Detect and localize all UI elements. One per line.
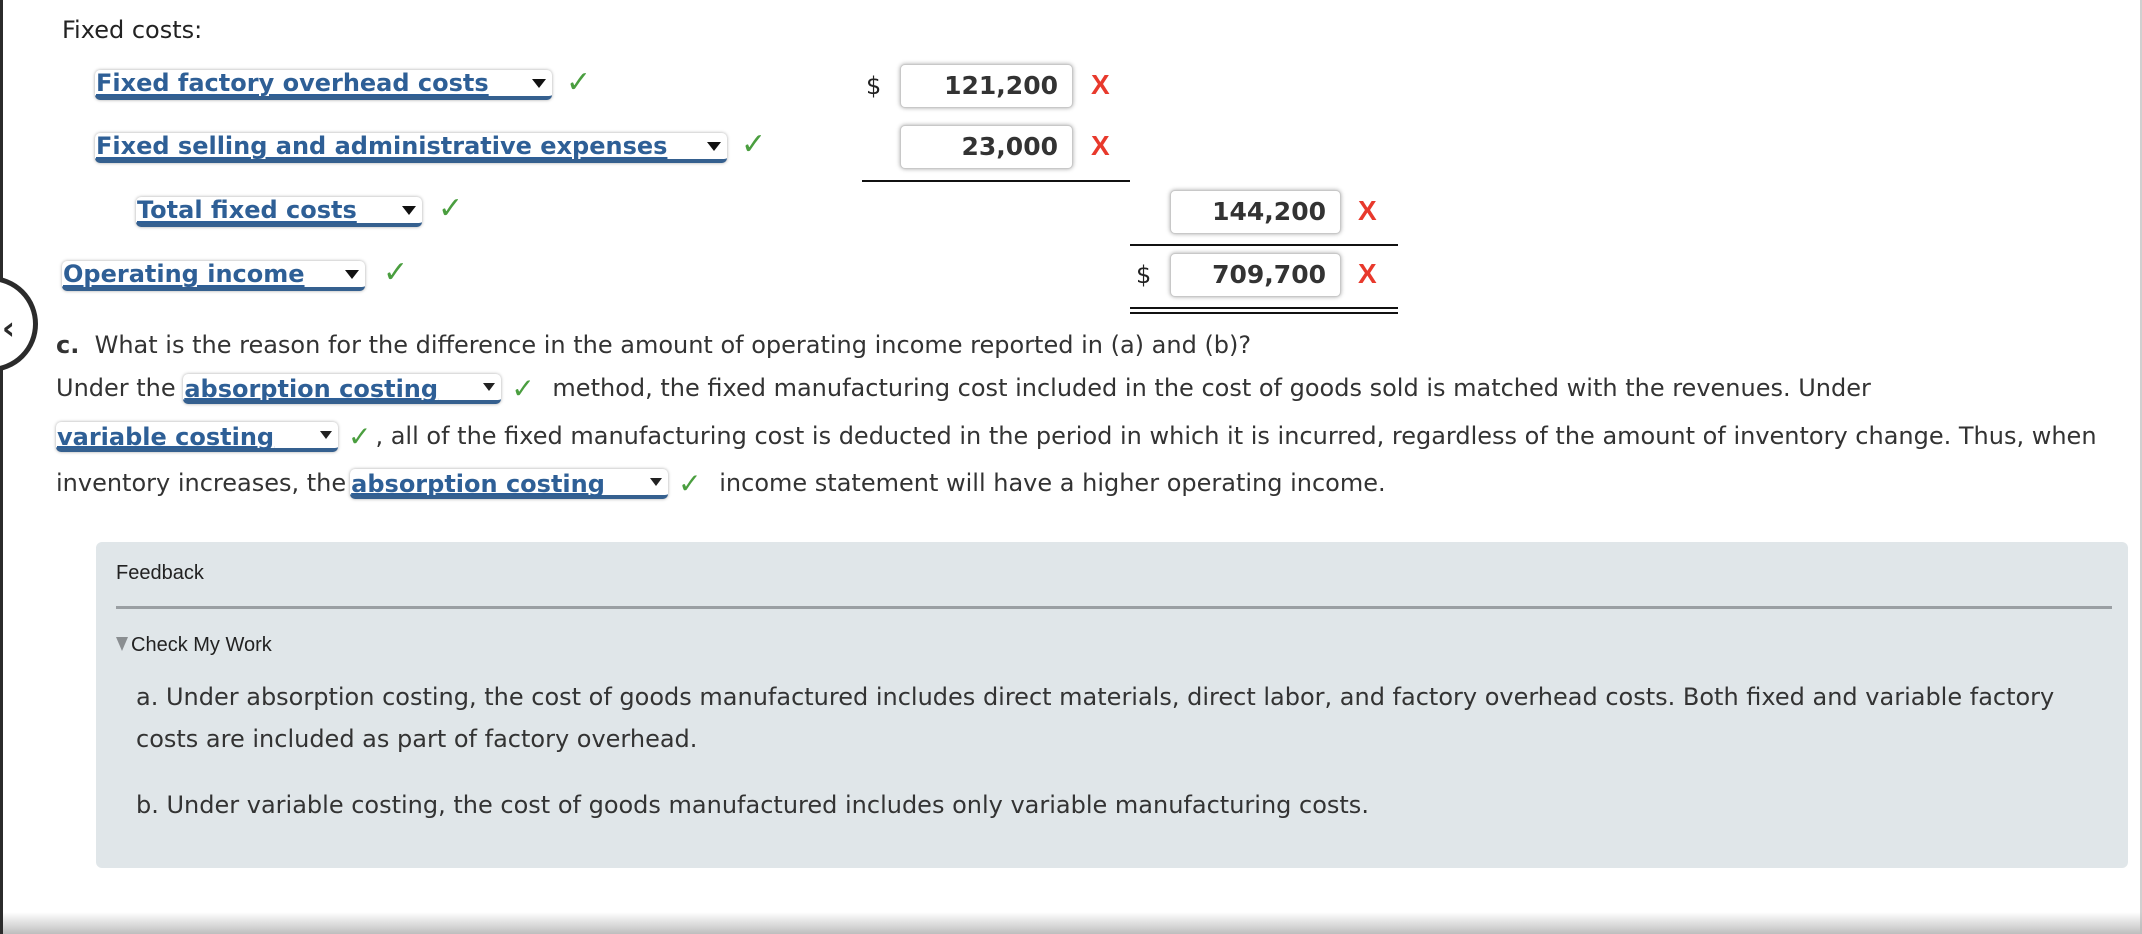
caret-down-icon: [345, 270, 359, 279]
text-segment: Under the: [56, 374, 176, 402]
incorrect-x-icon: X: [1091, 69, 1110, 100]
text-segment: , all of the fixed manufacturing cost is…: [375, 422, 2097, 450]
currency-symbol: $: [866, 72, 882, 100]
dropdown-value: absorption costing: [184, 375, 439, 403]
question-c: c. What is the reason for the difference…: [56, 330, 1251, 360]
triangle-down-icon: [116, 636, 128, 651]
feedback-item-b: b. Under variable costing, the cost of g…: [136, 791, 1369, 819]
correct-check-icon: ✓: [678, 467, 702, 500]
dropdown-value: Fixed factory overhead costs: [96, 69, 489, 97]
correct-check-icon: ✓: [348, 420, 372, 453]
left-border: [0, 0, 3, 934]
question-prefix: c.: [56, 331, 80, 359]
previous-nav-button[interactable]: ‹: [0, 276, 38, 372]
correct-check-icon: ✓: [438, 191, 464, 226]
dropdown-value: variable costing: [57, 423, 275, 451]
feedback-divider: [116, 606, 2112, 609]
text-segment: inventory increases, the: [56, 469, 347, 497]
text-segment: method, the fixed manufacturing cost inc…: [552, 374, 1871, 402]
incorrect-x-icon: X: [1358, 195, 1377, 226]
total-rule: [1130, 244, 1398, 246]
answer-line-2: variable costing ✓, all of the fixed man…: [56, 421, 2097, 452]
dropdown-value: Operating income: [63, 260, 305, 288]
chevron-left-icon: ‹: [1, 309, 15, 347]
feedback-panel: Feedback Check My Work a. Under absorpti…: [96, 542, 2128, 868]
section-label: Fixed costs:: [62, 16, 203, 44]
dropdown-value: Total fixed costs: [137, 196, 357, 224]
caret-down-icon: [320, 431, 332, 439]
bottom-edge-shadow: [3, 912, 2142, 934]
amount-input[interactable]: 144,200: [1170, 190, 1341, 234]
caret-down-icon: [483, 383, 496, 391]
row-label-dropdown[interactable]: Fixed selling and administrative expense…: [95, 133, 727, 163]
answer-line-3: inventory increases, the absorption cost…: [56, 468, 1386, 499]
caret-down-icon: [402, 206, 416, 215]
dropdown-value: Fixed selling and administrative expense…: [96, 132, 668, 160]
toggle-label: Check My Work: [131, 634, 272, 656]
subtotal-rule: [862, 180, 1130, 182]
answer-line-1: Under the absorption costing ✓ method, t…: [56, 373, 1871, 404]
double-rule-bottom: [1130, 312, 1398, 314]
correct-check-icon: ✓: [511, 372, 535, 405]
row-label-dropdown[interactable]: Operating income: [62, 261, 365, 291]
row-label-dropdown[interactable]: Total fixed costs: [136, 197, 422, 227]
amount-input[interactable]: 23,000: [900, 125, 1073, 169]
currency-symbol: $: [1136, 261, 1152, 289]
dropdown-value: absorption costing: [351, 470, 605, 498]
costing-method-dropdown-1[interactable]: absorption costing: [183, 374, 502, 404]
costing-method-dropdown-3[interactable]: absorption costing: [350, 469, 669, 499]
amount-input[interactable]: 709,700: [1170, 253, 1341, 297]
incorrect-x-icon: X: [1358, 258, 1377, 289]
correct-check-icon: ✓: [741, 127, 767, 162]
text-segment: income statement will have a higher oper…: [719, 469, 1386, 497]
correct-check-icon: ✓: [383, 255, 409, 290]
feedback-item-a: a. Under absorption costing, the cost of…: [136, 683, 2055, 753]
costing-method-dropdown-2[interactable]: variable costing: [56, 422, 338, 452]
caret-down-icon: [707, 142, 721, 151]
amount-input[interactable]: 121,200: [900, 64, 1073, 108]
incorrect-x-icon: X: [1091, 130, 1110, 161]
caret-down-icon: [532, 79, 546, 88]
question-text: What is the reason for the difference in…: [94, 331, 1252, 359]
feedback-title: Feedback: [116, 562, 204, 584]
correct-check-icon: ✓: [566, 65, 592, 100]
double-rule-top: [1130, 307, 1398, 309]
row-label-dropdown[interactable]: Fixed factory overhead costs: [95, 70, 552, 100]
check-my-work-toggle[interactable]: Check My Work: [116, 634, 272, 657]
caret-down-icon: [650, 478, 663, 486]
